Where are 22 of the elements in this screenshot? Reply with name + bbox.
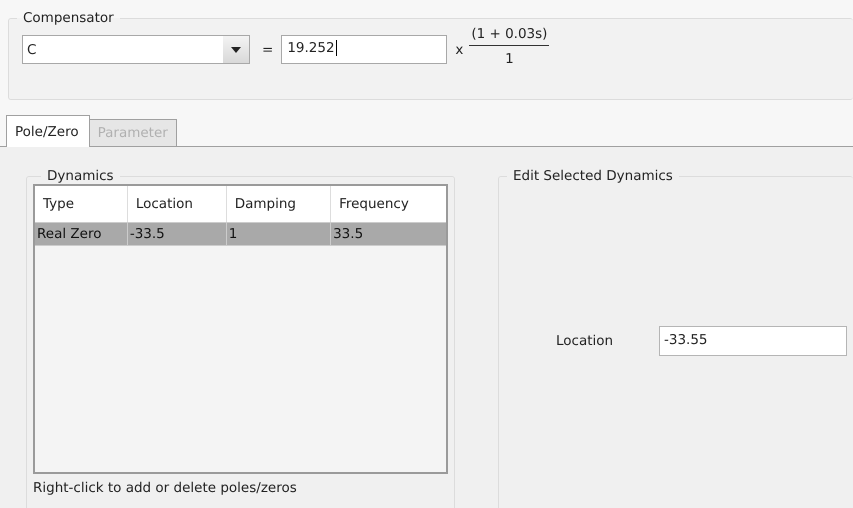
column-header[interactable]: Damping [226, 185, 331, 222]
group-title: Edit Selected Dynamics [512, 168, 674, 184]
times-sign: x [455, 42, 464, 58]
location-field[interactable]: -33.55 [659, 326, 847, 356]
table-cell[interactable]: Real Zero [34, 222, 128, 246]
table-cell[interactable]: 1 [226, 222, 331, 246]
column-header[interactable]: Location [127, 185, 226, 222]
table-cell[interactable]: -33.5 [127, 222, 226, 246]
tab[interactable]: Pole/Zero [6, 115, 90, 147]
group-title: Dynamics [46, 168, 115, 184]
group-title: Compensator [22, 10, 115, 26]
equals-sign: = [262, 42, 274, 58]
hint-text: Right-click to add or delete poles/zeros [33, 480, 298, 496]
denominator: 1 [505, 50, 514, 67]
column-header[interactable]: Frequency [330, 185, 447, 222]
numerator: (1 + 0.03s) [469, 26, 550, 46]
column-header[interactable]: Type [34, 185, 128, 222]
caret-icon [231, 46, 241, 52]
gain-field[interactable]: 19.252 [281, 35, 448, 64]
table-cell[interactable]: 33.5 [330, 222, 447, 246]
field-label: Location [556, 333, 614, 349]
compensator-dropdown[interactable]: C [22, 35, 250, 64]
